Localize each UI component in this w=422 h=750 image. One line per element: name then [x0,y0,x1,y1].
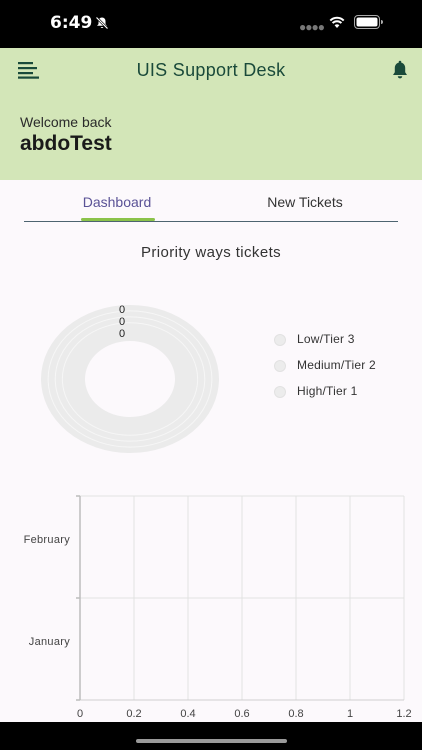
tab-bar: Dashboard New Tickets [24,188,398,222]
welcome-username: abdoTest [20,132,112,155]
priority-donut-chart: 000 [41,304,219,453]
app-title: UIS Support Desk [136,60,286,80]
status-bar: 6:49 ●●●● [0,0,422,48]
donut-value-label: 0 [119,316,125,328]
tab-new-tickets[interactable]: New Tickets [248,194,362,210]
status-time: 6:49 [50,13,93,33]
donut-hole [85,341,175,417]
notification-bell-icon[interactable] [390,60,410,80]
x-tick-label: 1 [347,708,353,720]
app-screen: UIS Support Desk Welcome back abdoTest D… [0,48,422,722]
wifi-icon [329,16,345,28]
x-tick-label: 0.2 [126,708,141,720]
x-tick-label: 0.4 [180,708,195,720]
tab-dashboard[interactable]: Dashboard [60,194,174,210]
bell-mute-icon [95,16,109,30]
priority-chart-title: Priority ways tickets [140,244,282,261]
legend-marker [274,334,286,346]
legend-marker [274,360,286,372]
y-category-label: February [24,534,71,546]
legend-label: Medium/Tier 2 [297,358,376,372]
x-tick-label: 1.2 [396,708,411,720]
donut-value-label: 0 [119,328,125,340]
monthly-tickets-bar-chart: 0 0.2 0.4 0.6 0.8 1 1.2 February January [24,495,412,720]
home-indicator-area [0,722,422,750]
welcome-label: Welcome back [20,114,112,130]
home-indicator[interactable] [136,739,287,743]
donut-value-label: 0 [119,304,125,316]
battery-icon [354,15,383,29]
legend-label: Low/Tier 3 [297,332,355,346]
welcome-banner: Welcome back abdoTest [0,92,422,180]
x-tick-label: 0 [77,708,83,720]
tab-active-indicator [81,218,155,221]
app-bar: UIS Support Desk [0,48,422,92]
signal-icon: ●●●● [299,20,325,34]
legend-marker [274,386,286,398]
legend-label: High/Tier 1 [297,384,358,398]
y-category-label: January [29,636,70,648]
x-tick-label: 0.8 [288,708,303,720]
x-tick-label: 0.6 [234,708,249,720]
